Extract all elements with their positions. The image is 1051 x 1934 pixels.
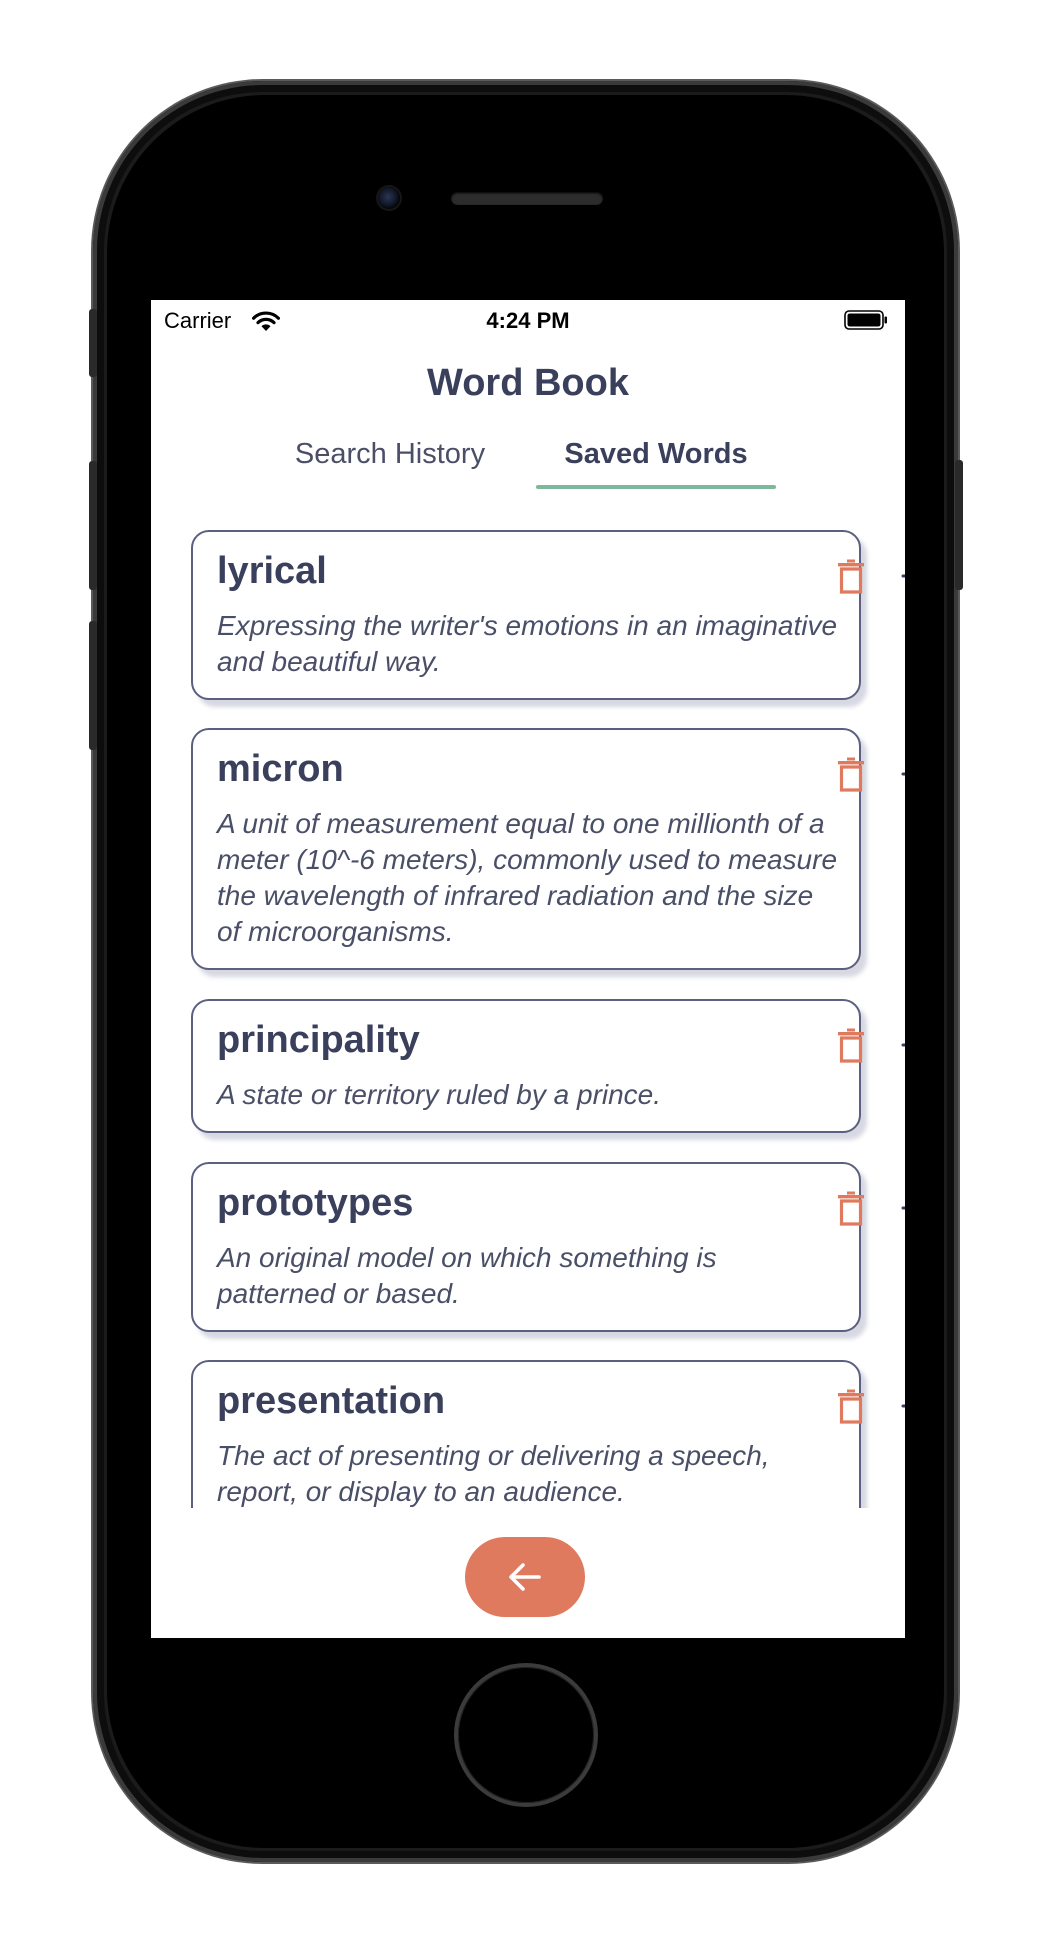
add-button[interactable] <box>897 1025 905 1065</box>
trash-icon <box>838 757 864 792</box>
word-card: prototypes An original model on which so… <box>191 1162 905 1332</box>
trash-icon <box>838 1191 864 1226</box>
tab-saved-words[interactable]: Saved Words <box>536 438 776 488</box>
plus-icon <box>901 1404 905 1408</box>
front-camera <box>378 187 400 209</box>
mute-switch <box>89 309 97 377</box>
word-card: micron A unit of measurement equal to on… <box>191 728 905 970</box>
word-card: presentation The act of presenting or de… <box>191 1360 905 1508</box>
volume-up-button <box>89 461 97 590</box>
word-definition: A state or territory ruled by a prince. <box>217 1079 662 1110</box>
word-title: presentation <box>217 1380 446 1422</box>
home-button[interactable] <box>458 1667 594 1803</box>
add-button[interactable] <box>897 1386 905 1426</box>
add-button[interactable] <box>897 556 905 596</box>
trash-icon <box>838 1389 864 1424</box>
page-title: Word Book <box>427 362 629 404</box>
word-card: lyrical Expressing the writer's emotions… <box>191 530 905 700</box>
plus-icon <box>901 1206 905 1210</box>
app-screen: Carrier 4:24 PM Word Book Search History… <box>151 300 905 1638</box>
power-button <box>955 460 963 590</box>
status-bar: Carrier 4:24 PM <box>151 300 905 340</box>
delete-button[interactable] <box>831 1025 871 1065</box>
plus-icon <box>901 772 905 776</box>
word-title: lyrical <box>217 550 327 592</box>
status-time: 4:24 PM <box>486 308 570 333</box>
trash-icon <box>838 559 864 594</box>
delete-button[interactable] <box>831 1386 871 1426</box>
back-button[interactable] <box>465 1537 585 1617</box>
tab-bar: Search History Saved Words <box>151 438 905 490</box>
word-title: micron <box>217 748 344 790</box>
plus-icon <box>901 1043 905 1047</box>
battery-icon <box>844 310 887 330</box>
active-tab-indicator <box>536 485 776 489</box>
word-definition: A unit of measurement equal to one milli… <box>217 808 838 947</box>
word-title: prototypes <box>217 1182 414 1224</box>
delete-button[interactable] <box>831 1188 871 1228</box>
saved-words-list[interactable]: lyrical Expressing the writer's emotions… <box>151 530 905 1508</box>
word-definition: Expressing the writer's emotions in an i… <box>217 610 838 677</box>
trash-icon <box>838 1028 864 1063</box>
arrow-left-icon <box>509 1563 541 1591</box>
plus-icon <box>901 574 905 578</box>
tab-search-history[interactable]: Search History <box>275 438 505 488</box>
earpiece-speaker <box>451 192 603 205</box>
word-definition: An original model on which something is … <box>217 1242 717 1309</box>
word-card: principality A state or territory ruled … <box>191 999 905 1133</box>
volume-down-button <box>89 621 97 750</box>
add-button[interactable] <box>897 754 905 794</box>
delete-button[interactable] <box>831 556 871 596</box>
word-title: principality <box>217 1019 420 1061</box>
add-button[interactable] <box>897 1188 905 1228</box>
delete-button[interactable] <box>831 754 871 794</box>
word-definition: The act of presenting or delivering a sp… <box>217 1440 770 1507</box>
